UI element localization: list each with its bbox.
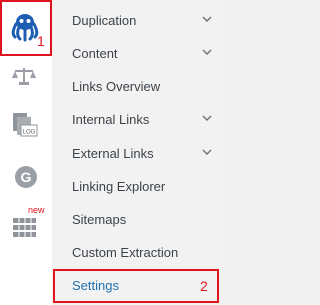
g-button[interactable]: G bbox=[14, 165, 38, 189]
server-rack-button[interactable] bbox=[13, 216, 37, 238]
submenu: Duplication Content Links Overview Inter… bbox=[52, 0, 221, 305]
menu-item-duplication[interactable]: Duplication bbox=[52, 4, 221, 37]
menu-item-label: Linking Explorer bbox=[72, 179, 166, 194]
chevron-down-icon bbox=[202, 149, 212, 155]
menu-item-label: Custom Extraction bbox=[72, 245, 179, 260]
menu-item-label: Internal Links bbox=[72, 112, 150, 127]
log-caption: LOG bbox=[23, 130, 36, 136]
chevron-down-icon bbox=[202, 16, 212, 22]
highlight-box-2 bbox=[53, 269, 219, 303]
chevron-down-icon bbox=[202, 115, 212, 121]
menu-item-label: External Links bbox=[72, 146, 154, 161]
menu-item-label: Duplication bbox=[72, 13, 137, 28]
scale-button[interactable] bbox=[11, 66, 37, 86]
menu-item-sitemaps[interactable]: Sitemaps bbox=[52, 203, 221, 236]
menu-item-label: Content bbox=[72, 46, 118, 61]
menu-item-internal-links[interactable]: Internal Links bbox=[52, 103, 221, 136]
menu-item-links-overview[interactable]: Links Overview bbox=[52, 70, 221, 103]
g-icon: G bbox=[15, 166, 37, 188]
new-badge: new bbox=[28, 205, 45, 215]
menu-item-external-links[interactable]: External Links bbox=[52, 137, 221, 170]
menu-item-content[interactable]: Content bbox=[52, 37, 221, 70]
log-file-button[interactable]: LOG bbox=[12, 112, 38, 138]
menu-item-linking-explorer[interactable]: Linking Explorer bbox=[52, 170, 221, 203]
menu-item-label: Sitemaps bbox=[72, 212, 127, 227]
server-rack-icon bbox=[13, 218, 36, 237]
menu-item-custom-extraction[interactable]: Custom Extraction bbox=[52, 236, 221, 269]
highlight-number-1: 1 bbox=[37, 33, 45, 49]
chevron-down-icon bbox=[202, 49, 212, 55]
g-caption: G bbox=[21, 169, 32, 185]
menu-item-label: Links Overview bbox=[72, 79, 161, 94]
scale-icon bbox=[12, 68, 36, 85]
log-file-icon: LOG bbox=[13, 113, 38, 137]
highlight-number-2: 2 bbox=[200, 278, 208, 294]
